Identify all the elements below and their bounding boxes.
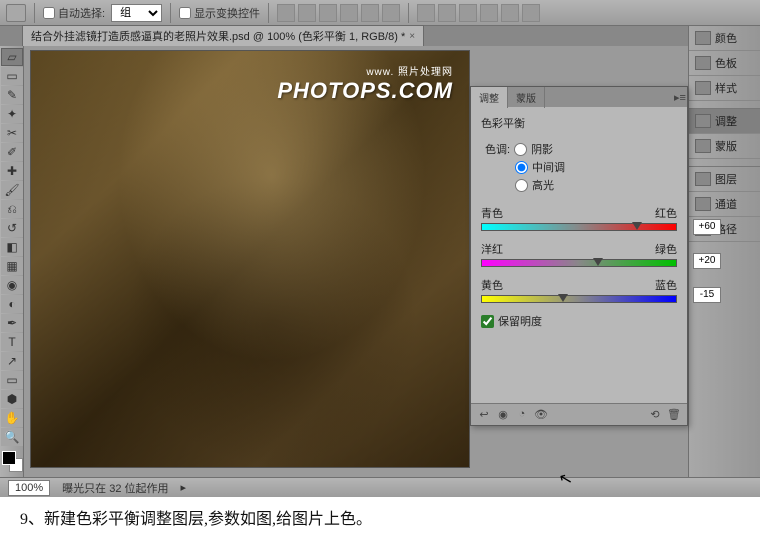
- eyedropper-tool[interactable]: ✐: [1, 143, 23, 161]
- show-transform-label: 显示变换控件: [194, 5, 260, 21]
- distribute-icon[interactable]: [501, 4, 519, 22]
- history-brush-tool[interactable]: ↺: [1, 219, 23, 237]
- channels-icon: [695, 197, 711, 211]
- auto-select-label: 自动选择:: [58, 5, 105, 21]
- watermark: www. 照片处理网 PHOTOPS.COM: [277, 63, 453, 104]
- align-icon[interactable]: [361, 4, 379, 22]
- radio-shadow[interactable]: [514, 143, 527, 156]
- align-icon[interactable]: [277, 4, 295, 22]
- rail-item-adjust[interactable]: 调整: [689, 109, 760, 134]
- foreground-color-swatch[interactable]: [2, 451, 16, 465]
- lasso-tool[interactable]: ✎: [1, 86, 23, 104]
- rail-item-swatch[interactable]: 色板: [689, 51, 760, 76]
- layers-icon: [695, 172, 711, 186]
- canvas-image: www. 照片处理网 PHOTOPS.COM: [30, 50, 470, 468]
- slider-yellow-blue[interactable]: [481, 295, 677, 303]
- rail-item-layers[interactable]: 图层: [689, 167, 760, 192]
- move-tool[interactable]: ▱: [1, 48, 23, 66]
- return-icon[interactable]: ↩: [477, 408, 491, 422]
- distribute-icon[interactable]: [459, 4, 477, 22]
- zoom-tool[interactable]: 🔍: [1, 428, 23, 446]
- align-icon[interactable]: [340, 4, 358, 22]
- tools-panel: ▱ ▭ ✎ ✦ ✂ ✐ ✚ 🖌 ⎌ ↺ ◧ ▦ ◉ ◐ ✒ T ↗ ▭ ⬢ ✋ …: [0, 46, 24, 497]
- mask-icon: [695, 139, 711, 153]
- eraser-tool[interactable]: ◧: [1, 238, 23, 256]
- gradient-tool[interactable]: ▦: [1, 257, 23, 275]
- value-blue[interactable]: -15: [693, 287, 721, 303]
- value-green[interactable]: +20: [693, 253, 721, 269]
- auto-select-dropdown[interactable]: 组: [111, 4, 162, 22]
- stamp-tool[interactable]: ⎌: [1, 200, 23, 218]
- crop-tool[interactable]: ✂: [1, 124, 23, 142]
- rail-item-color[interactable]: 颜色: [689, 26, 760, 51]
- reset-icon[interactable]: ⟲: [648, 408, 662, 422]
- document-tab[interactable]: 结合外挂滤镜打造质感逼真的老照片效果.psd @ 100% (色彩平衡 1, R…: [22, 25, 424, 46]
- slider-cyan-red[interactable]: [481, 223, 677, 231]
- type-tool[interactable]: T: [1, 333, 23, 351]
- move-tool-indicator[interactable]: [6, 4, 26, 22]
- show-transform-checkbox[interactable]: 显示变换控件: [179, 5, 260, 21]
- align-icon[interactable]: [382, 4, 400, 22]
- value-red[interactable]: +60: [693, 219, 721, 235]
- tab-adjust[interactable]: 调整: [471, 87, 508, 108]
- watermark-line2: PHOTOPS.COM: [277, 78, 453, 104]
- pen-tool[interactable]: ✒: [1, 314, 23, 332]
- close-icon[interactable]: ×: [409, 31, 415, 42]
- status-arrow-icon[interactable]: ▸: [181, 481, 187, 494]
- styles-icon: [695, 81, 711, 95]
- slider-handle[interactable]: [558, 294, 568, 302]
- adjust-icon: [695, 114, 711, 128]
- watermark-line1: www. 照片处理网: [277, 63, 453, 78]
- visibility-icon[interactable]: ◉: [496, 408, 510, 422]
- align-icon[interactable]: [298, 4, 316, 22]
- dodge-tool[interactable]: ◐: [1, 295, 23, 313]
- rail-item-channels[interactable]: 通道: [689, 192, 760, 217]
- status-info: 曝光只在 32 位起作用: [62, 480, 168, 496]
- healing-tool[interactable]: ✚: [1, 162, 23, 180]
- auto-select-checkbox[interactable]: 自动选择:: [43, 5, 105, 21]
- align-icon[interactable]: [319, 4, 337, 22]
- document-tab-bar: 结合外挂滤镜打造质感逼真的老照片效果.psd @ 100% (色彩平衡 1, R…: [0, 26, 760, 46]
- shape-tool[interactable]: ▭: [1, 371, 23, 389]
- tone-label: 色调:: [485, 141, 510, 157]
- rail-item-mask[interactable]: 蒙版: [689, 134, 760, 159]
- color-swatch[interactable]: [2, 451, 21, 475]
- path-tool[interactable]: ↗: [1, 352, 23, 370]
- panel-title: 色彩平衡: [481, 115, 677, 131]
- radio-highlight[interactable]: [515, 179, 528, 192]
- marquee-tool[interactable]: ▭: [1, 67, 23, 85]
- tab-mask[interactable]: 蒙版: [508, 87, 545, 108]
- options-bar: 自动选择: 组 显示变换控件: [0, 0, 760, 26]
- adjustments-panel: 调整 蒙版 ▸≡ 色彩平衡 色调: 阴影 中间调 高光 青色红色 洋红绿色 黄: [470, 86, 688, 426]
- slider-magenta-green[interactable]: [481, 259, 677, 267]
- distribute-icon[interactable]: [522, 4, 540, 22]
- panel-menu-icon[interactable]: ▸≡: [673, 91, 687, 104]
- radio-midtone[interactable]: [515, 161, 528, 174]
- palette-icon: [695, 31, 711, 45]
- hand-tool[interactable]: ✋: [1, 409, 23, 427]
- distribute-icon[interactable]: [417, 4, 435, 22]
- document-tab-title: 结合外挂滤镜打造质感逼真的老照片效果.psd @ 100% (色彩平衡 1, R…: [31, 28, 405, 44]
- rail-item-styles[interactable]: 样式: [689, 76, 760, 101]
- slider-handle[interactable]: [632, 222, 642, 230]
- trash-icon[interactable]: 🗑: [667, 408, 681, 422]
- clip-icon[interactable]: ◔: [515, 408, 529, 422]
- brush-tool[interactable]: 🖌: [1, 181, 23, 199]
- slider-handle[interactable]: [593, 258, 603, 266]
- 3d-tool[interactable]: ⬢: [1, 390, 23, 408]
- blur-tool[interactable]: ◉: [1, 276, 23, 294]
- swatch-icon: [695, 56, 711, 70]
- distribute-icon[interactable]: [438, 4, 456, 22]
- caption-text: 9、新建色彩平衡调整图层,参数如图,给图片上色。: [20, 505, 372, 529]
- zoom-level[interactable]: 100%: [8, 480, 50, 496]
- distribute-icon[interactable]: [480, 4, 498, 22]
- view-icon[interactable]: 👁: [534, 408, 548, 422]
- preserve-luminosity-checkbox[interactable]: 保留明度: [481, 313, 677, 329]
- status-bar: 100% 曝光只在 32 位起作用 ▸: [0, 477, 760, 497]
- wand-tool[interactable]: ✦: [1, 105, 23, 123]
